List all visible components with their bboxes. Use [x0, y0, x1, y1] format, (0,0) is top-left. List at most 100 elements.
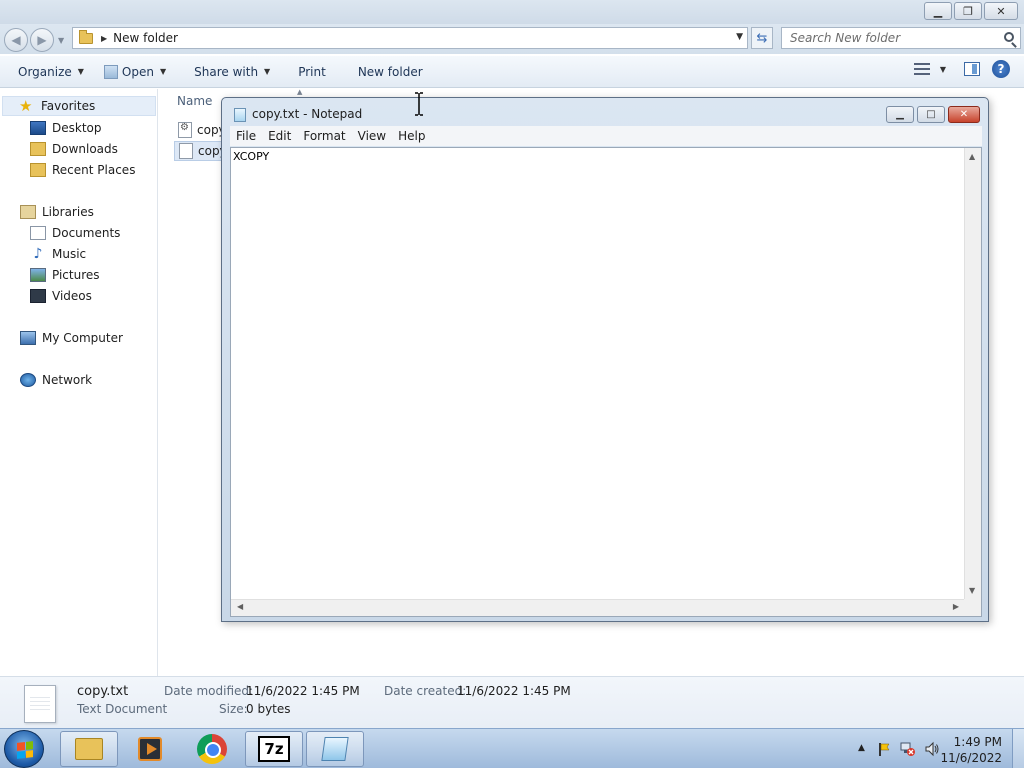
- taskbar-media-player-button[interactable]: [121, 731, 179, 767]
- share-with-button[interactable]: Share with ▼: [184, 60, 280, 84]
- nav-network[interactable]: Network: [20, 370, 92, 390]
- organize-button[interactable]: Organize ▼: [8, 60, 94, 84]
- downloads-folder-icon: [30, 142, 46, 156]
- nav-downloads[interactable]: Downloads: [30, 139, 118, 159]
- chevron-down-icon: ▼: [77, 67, 84, 76]
- forward-button[interactable]: ▶: [30, 28, 54, 52]
- breadcrumb-arrow-icon[interactable]: ▶: [101, 34, 107, 43]
- notepad-minimize-button[interactable]: ▁: [886, 106, 914, 123]
- notepad-caption-buttons: ▁ □ ✕: [883, 106, 980, 123]
- taskbar-7zip-button[interactable]: 7z: [245, 731, 303, 767]
- menu-format[interactable]: Format: [297, 129, 351, 143]
- search-input[interactable]: [790, 31, 990, 45]
- details-size-label: Size:: [219, 702, 248, 716]
- videos-film-icon: [30, 289, 46, 303]
- menu-view[interactable]: View: [352, 129, 392, 143]
- chevron-down-icon: ▼: [159, 67, 167, 76]
- clock-time[interactable]: 1:49 PM: [954, 735, 1002, 749]
- notepad-text-content[interactable]: XCOPY: [233, 150, 269, 163]
- scroll-right-icon[interactable]: ▶: [953, 602, 959, 611]
- scroll-up-icon[interactable]: ▲: [969, 152, 975, 161]
- command-bar: Organize ▼ Open ▼ Share with ▼ Print New…: [0, 56, 1024, 88]
- nav-desktop[interactable]: Desktop: [30, 118, 102, 138]
- nav-favorites-label: Favorites: [41, 99, 96, 113]
- chevron-down-icon: ▼: [264, 67, 271, 76]
- menu-help[interactable]: Help: [392, 129, 431, 143]
- nav-favorites[interactable]: ★ Favorites: [2, 96, 156, 116]
- horizontal-scrollbar[interactable]: ◀ ▶: [231, 599, 965, 616]
- search-icon[interactable]: [1004, 32, 1014, 42]
- forward-arrow-icon: ▶: [37, 33, 47, 47]
- chrome-icon: [197, 734, 227, 764]
- back-button[interactable]: ◀: [4, 28, 28, 52]
- volume-icon[interactable]: [924, 741, 940, 757]
- maximize-icon: □: [926, 109, 936, 120]
- view-dropdown-icon[interactable]: ▼: [940, 65, 946, 74]
- menu-file[interactable]: File: [230, 129, 262, 143]
- system-tray: ▲ 1:49 PM 11/6/2022: [834, 729, 1024, 768]
- address-dropdown-icon[interactable]: ▼: [736, 32, 743, 42]
- nav-desktop-label: Desktop: [52, 121, 102, 135]
- windows-logo-icon: [17, 741, 33, 759]
- clock-date[interactable]: 11/6/2022: [940, 751, 1002, 765]
- notepad-title[interactable]: copy.txt - Notepad: [252, 107, 362, 121]
- menu-edit[interactable]: Edit: [262, 129, 297, 143]
- taskbar-notepad-button[interactable]: [306, 731, 364, 767]
- explorer-close-button[interactable]: ✕: [984, 2, 1018, 20]
- scroll-left-icon[interactable]: ◀: [237, 602, 243, 611]
- breadcrumb-new-folder[interactable]: New folder: [113, 31, 178, 45]
- details-date-created-label: Date created:: [384, 684, 467, 698]
- preview-pane-icon[interactable]: [964, 62, 980, 76]
- notepad-maximize-button[interactable]: □: [917, 106, 945, 123]
- nav-pictures[interactable]: Pictures: [30, 265, 100, 285]
- notepad-icon: [321, 737, 349, 761]
- details-date-modified: 11/6/2022 1:45 PM: [246, 684, 360, 698]
- text-file-icon: [179, 143, 193, 159]
- new-folder-button[interactable]: New folder: [348, 60, 433, 84]
- details-pane: copy.txt Text Document Date modified: 11…: [0, 676, 1024, 728]
- resize-grip[interactable]: [964, 599, 981, 616]
- print-button[interactable]: Print: [288, 60, 336, 84]
- help-icon[interactable]: ?: [992, 60, 1010, 78]
- network-disconnected-icon[interactable]: [900, 741, 916, 757]
- show-hidden-icons-icon[interactable]: ▲: [858, 743, 865, 753]
- change-view-icon[interactable]: [913, 63, 930, 75]
- recent-places-icon: [30, 163, 46, 177]
- action-center-flag-icon[interactable]: [876, 741, 892, 757]
- start-button[interactable]: [4, 730, 44, 768]
- taskbar-chrome-button[interactable]: [183, 731, 241, 767]
- refresh-button[interactable]: ⇆: [751, 27, 773, 49]
- notepad-close-button[interactable]: ✕: [948, 106, 980, 123]
- address-box[interactable]: ▶ New folder ▼: [72, 27, 748, 49]
- media-player-icon: [138, 737, 162, 761]
- details-date-modified-label: Date modified:: [164, 684, 254, 698]
- vertical-scrollbar[interactable]: ▲ ▼: [964, 148, 981, 599]
- nav-my-computer[interactable]: My Computer: [20, 328, 123, 348]
- details-file-name: copy.txt: [77, 684, 129, 699]
- scroll-down-icon[interactable]: ▼: [969, 586, 975, 595]
- navigation-pane: ★ Favorites Desktop Downloads Recent Pla…: [0, 89, 158, 676]
- batch-file-icon: [178, 122, 192, 138]
- open-button[interactable]: Open ▼: [94, 60, 176, 84]
- taskbar-explorer-button[interactable]: [60, 731, 118, 767]
- nav-recent-places-label: Recent Places: [52, 163, 136, 177]
- show-desktop-button[interactable]: [1012, 729, 1024, 768]
- nav-libraries[interactable]: Libraries: [20, 202, 94, 222]
- nav-documents[interactable]: Documents: [30, 223, 120, 243]
- explorer-titlebar[interactable]: ▁ ❐ ✕: [0, 0, 1024, 24]
- music-note-icon: ♪: [33, 246, 43, 262]
- explorer-restore-button[interactable]: ❐: [954, 2, 982, 20]
- notepad-text-area[interactable]: XCOPY ▲ ▼ ◀ ▶: [230, 147, 982, 617]
- nav-downloads-label: Downloads: [52, 142, 118, 156]
- column-header-name[interactable]: Name: [177, 94, 212, 108]
- back-arrow-icon: ◀: [11, 33, 21, 47]
- folder-icon: [79, 29, 93, 44]
- nav-videos[interactable]: Videos: [30, 286, 92, 306]
- nav-music[interactable]: ♪ Music: [30, 244, 87, 264]
- explorer-minimize-button[interactable]: ▁: [924, 2, 952, 20]
- nav-videos-label: Videos: [52, 289, 92, 303]
- nav-network-label: Network: [42, 373, 93, 387]
- nav-recent-places[interactable]: Recent Places: [30, 160, 135, 180]
- recent-pages-dropdown[interactable]: ▼: [58, 36, 64, 45]
- text-document-icon: [24, 685, 56, 723]
